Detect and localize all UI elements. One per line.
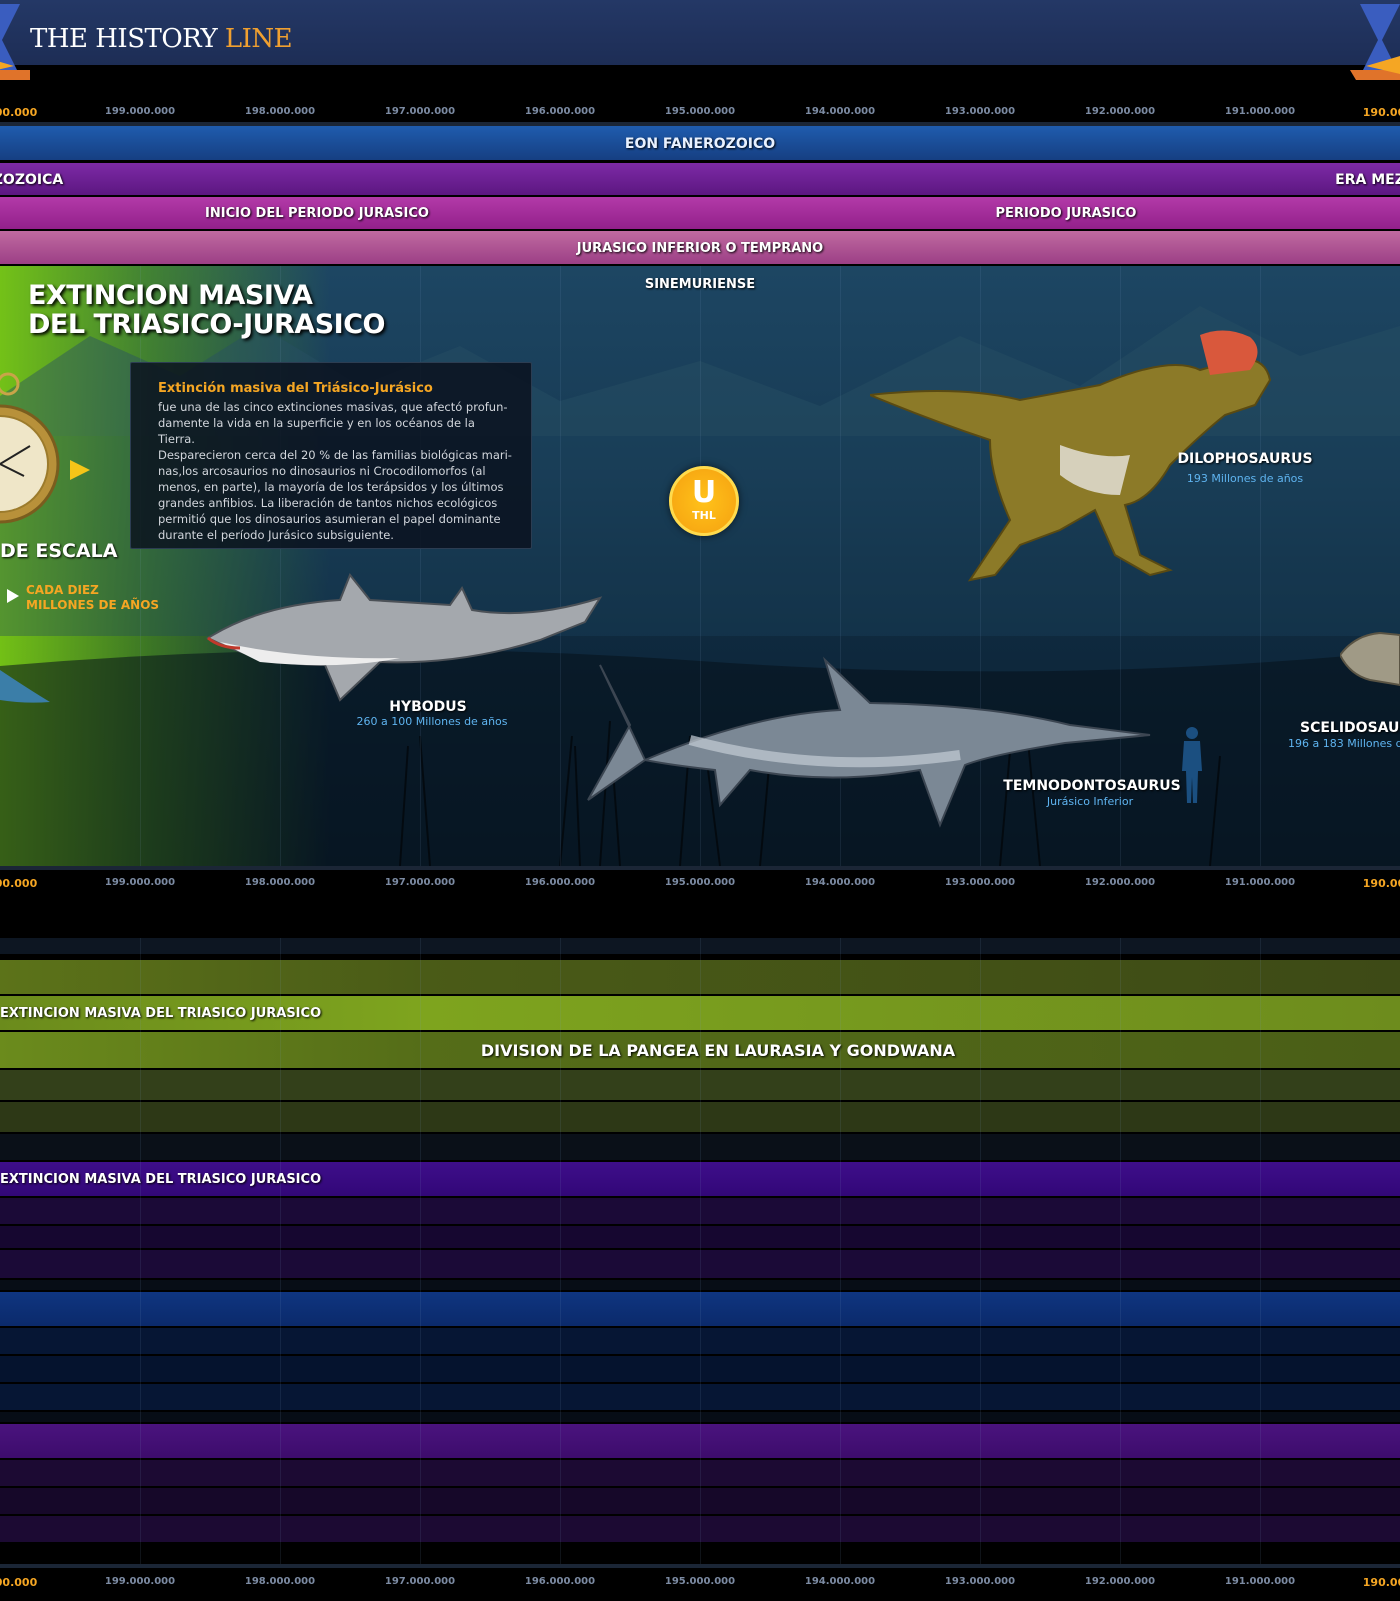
hourglass-logo-icon: [0, 4, 30, 80]
band-era-label-right: ERA MEZ: [1335, 172, 1400, 188]
temnodontosaurus-image[interactable]: [570, 655, 1160, 840]
ruler-tick-label: 198.000.000: [244, 1576, 316, 1587]
ruler-tick-label: 195.000.000: [664, 877, 736, 888]
ruler-tick-label: 190.00: [1362, 1576, 1400, 1589]
timeline-gridline: [420, 266, 421, 866]
timeline-gridline: [140, 938, 141, 1564]
ruler-divider-middle: [0, 866, 1400, 870]
dilophosaurus-range: 193 Millones de años: [1186, 472, 1304, 485]
ruler-tick-label: 198.000.000: [244, 106, 316, 117]
timeline-gridline: [560, 938, 561, 1564]
ruler-tick-label: 194.000.000: [804, 1576, 876, 1587]
thl-badge-letter: U: [691, 475, 717, 510]
band-epoch-label: JURASICO INFERIOR O TEMPRANO: [576, 241, 824, 256]
ruler-tick-label: 191.000.000: [1224, 877, 1296, 888]
ruler-tick-label: 198.000.000: [244, 877, 316, 888]
timeline-gridline: [280, 266, 281, 866]
band-era[interactable]: ZOZOICA ERA MEZ: [0, 163, 1400, 195]
band-period-start-label: INICIO DEL PERIODO JURASICO: [205, 206, 429, 221]
ruler-tick-label: 197.000.000: [384, 877, 456, 888]
ruler-tick-label: 194.000.000: [804, 877, 876, 888]
human-scale-icon: [1182, 727, 1202, 803]
info-title[interactable]: Extinción masiva del Triásico-Jurásico: [158, 381, 433, 396]
temnodontosaurus-range: Jurásico Inferior: [1046, 795, 1134, 808]
ruler-tick-label: 197.000.000: [384, 1576, 456, 1587]
age-label[interactable]: SINEMURIENSE: [645, 277, 755, 292]
hourglass-logo-icon-right: [1350, 4, 1400, 80]
ruler-tick-label: 197.000.000: [384, 106, 456, 117]
scelidosaurus-name[interactable]: SCELIDOSAURU: [1300, 720, 1400, 736]
scale-play-icon[interactable]: [6, 588, 20, 604]
hybodus-range: 260 a 100 Millones de años: [356, 715, 508, 728]
ruler-tick-label: 192.000.000: [1084, 1576, 1156, 1587]
thl-badge-label: THL: [692, 509, 716, 522]
ruler-tick-label: 199.000.000: [104, 877, 176, 888]
ruler-tick-label: 190.00: [1362, 877, 1400, 890]
ruler-tick-label: 190.00: [1362, 106, 1400, 119]
ruler-tick-label: 199.000.000: [104, 1576, 176, 1587]
scale-title: DE ESCALA: [0, 540, 118, 562]
band-period-label: PERIODO JURASICO: [995, 206, 1137, 221]
timeline-gridline: [700, 938, 701, 1564]
ruler-tick-label: 00.000: [0, 106, 38, 119]
ruler-divider-bottom: [0, 1564, 1400, 1568]
logo-text-accent: LINE: [224, 24, 293, 54]
scelidosaurus-range: 196 a 183 Millones de: [1288, 737, 1400, 750]
ruler-tick-label: 196.000.000: [524, 877, 596, 888]
timeline-ruler-top: 00.000 199.000.000 198.000.000 197.000.000 1…: [0, 106, 1400, 120]
lower-gridlines: [0, 938, 1400, 1564]
fish-partial-image[interactable]: [0, 660, 52, 710]
ruler-tick-label: 196.000.000: [524, 106, 596, 117]
play-arrow-icon[interactable]: [68, 458, 92, 482]
ruler-tick-label: 195.000.000: [664, 106, 736, 117]
ruler-tick-label: 00.000: [0, 877, 38, 890]
scale-subtitle[interactable]: CADA DIEZ MILLONES DE AÑOS: [26, 583, 159, 613]
hybodus-image[interactable]: [200, 570, 610, 715]
hybodus-name[interactable]: HYBODUS: [389, 699, 467, 715]
timeline-ruler-bottom: 00.000 199.000.000 198.000.000 197.000.000 1…: [0, 1576, 1400, 1590]
timeline-gridline: [560, 266, 561, 866]
temnodontosaurus-name[interactable]: TEMNODONTOSAURUS: [1003, 778, 1180, 794]
scelidosaurus-image[interactable]: [1340, 625, 1400, 695]
ruler-tick-label: 199.000.000: [104, 106, 176, 117]
timeline-ruler-middle: 00.000 199.000.000 198.000.000 197.000.000 1…: [0, 877, 1400, 891]
ruler-tick-label: 192.000.000: [1084, 106, 1156, 117]
timeline-gridline: [980, 938, 981, 1564]
ruler-tick-label: 191.000.000: [1224, 106, 1296, 117]
timeline-gridline: [1260, 938, 1261, 1564]
timeline-gridline: [1120, 938, 1121, 1564]
ruler-tick-label: 195.000.000: [664, 1576, 736, 1587]
ruler-tick-label: 194.000.000: [804, 106, 876, 117]
logo-text-main: THE HISTORY: [30, 24, 225, 54]
ruler-tick-label: 193.000.000: [944, 877, 1016, 888]
band-epoch[interactable]: JURASICO INFERIOR O TEMPRANO: [0, 231, 1400, 264]
band-eon[interactable]: EON FANEROZOICO: [0, 126, 1400, 160]
band-era-label-left: ZOZOICA: [0, 172, 64, 188]
info-body: fue una de las cinco extinciones masivas…: [158, 400, 512, 542]
band-period[interactable]: INICIO DEL PERIODO JURASICO PERIODO JURA…: [0, 197, 1400, 229]
ruler-tick-label: 193.000.000: [944, 106, 1016, 117]
dilophosaurus-name[interactable]: DILOPHOSAURUS: [1177, 451, 1312, 467]
ruler-tick-label: 192.000.000: [1084, 877, 1156, 888]
timeline-gridline: [140, 266, 141, 866]
band-eon-label: EON FANEROZOICO: [624, 136, 776, 152]
timeline-gridline: [840, 938, 841, 1564]
ruler-tick-label: 00.000: [0, 1576, 38, 1589]
ruler-tick-label: 196.000.000: [524, 1576, 596, 1587]
event-title: EXTINCION MASIVA DEL TRIASICO-JURASICO: [28, 280, 386, 340]
timeline-gridline: [280, 938, 281, 1564]
ruler-tick-label: 191.000.000: [1224, 1576, 1296, 1587]
ruler-tick-label: 193.000.000: [944, 1576, 1016, 1587]
site-logo[interactable]: THE HISTORY LINE: [30, 24, 293, 54]
timeline-gridline: [420, 938, 421, 1564]
thl-badge[interactable]: U THL: [669, 466, 739, 536]
pocket-watch-icon: [0, 372, 60, 524]
